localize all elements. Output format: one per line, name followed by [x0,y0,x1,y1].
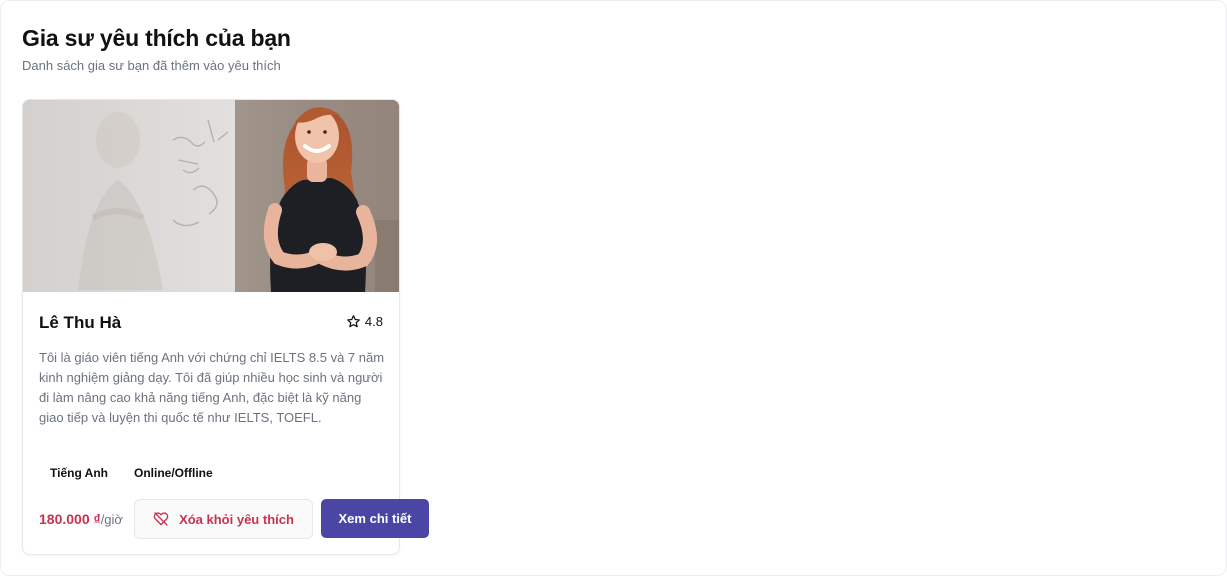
tag-subject: Tiếng Anh [50,466,108,480]
tutor-bio: Tôi là giáo viên tiếng Anh với chứng chỉ… [39,350,385,425]
rating-value: 4.8 [364,314,383,329]
tutor-tags: Tiếng Anh Online/Offline [39,463,224,483]
tutor-card: Lê Thu Hà 4.8 Tôi là giáo viên tiếng Anh… [22,99,429,555]
tutor-price: 180.000 ₫/giờ [39,511,123,527]
tutor-photo [23,100,399,292]
page-subtitle: Danh sách gia sư bạn đã thêm vào yêu thí… [22,58,281,73]
remove-favorite-label: Xóa khỏi yêu thích [179,511,294,527]
price-value: 180.000 ₫ [39,511,101,527]
heart-off-icon [153,511,169,527]
price-unit: /giờ [100,512,123,527]
view-detail-button[interactable]: Xem chi tiết [321,499,429,538]
page-container: Gia sư yêu thích của bạn Danh sách gia s… [0,0,1227,576]
remove-favorite-button[interactable]: Xóa khỏi yêu thích [134,499,313,539]
tutor-name: Lê Thu Hà [39,313,122,332]
star-icon [346,314,361,329]
tag-mode: Online/Offline [134,466,213,480]
page-title: Gia sư yêu thích của bạn [22,25,291,51]
tutor-rating: 4.8 [346,314,383,329]
